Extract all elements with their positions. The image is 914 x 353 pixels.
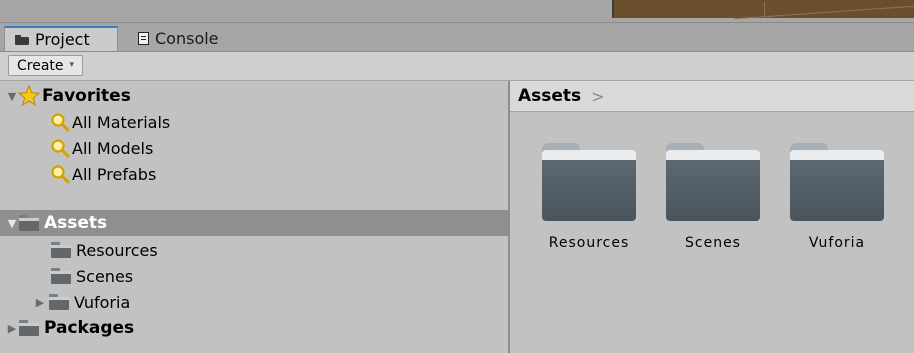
search-icon: [50, 112, 70, 132]
create-label: Create: [17, 57, 64, 74]
tree-row-assets[interactable]: ▼ Assets: [0, 210, 508, 236]
create-dropdown-button[interactable]: Create ▾: [8, 55, 84, 76]
asset-grid-pane: Assets > Resources Scenes Vuforia: [510, 81, 914, 353]
asset-label: Resources: [548, 235, 630, 251]
scene-view-preview: [612, 0, 914, 20]
tree-row-favorites[interactable]: ▼ Favorites: [0, 83, 508, 109]
favorite-item-label: All Materials: [72, 112, 171, 132]
asset-folder-scenes[interactable]: Scenes: [656, 143, 766, 283]
collapsed-arrow-icon[interactable]: ▶: [6, 322, 18, 335]
tree-row-vuforia[interactable]: ▶ Vuforia: [0, 289, 508, 315]
collapsed-arrow-icon[interactable]: ▶: [32, 296, 48, 309]
tree-row-packages[interactable]: ▶ Packages: [0, 315, 508, 341]
tab-project[interactable]: Project: [4, 26, 118, 51]
packages-label: Packages: [44, 318, 135, 338]
folder-icon: [666, 143, 760, 221]
folder-icon: [15, 34, 29, 45]
chevron-down-icon: ▾: [69, 59, 75, 70]
folder-icon: [790, 143, 884, 221]
asset-label: Scenes: [685, 235, 741, 251]
asset-label: Vuforia: [808, 235, 866, 251]
tree-row-resources[interactable]: Resources: [0, 237, 508, 263]
folder-icon: [48, 293, 70, 311]
breadcrumb: Assets >: [510, 81, 914, 112]
expanded-arrow-icon[interactable]: ▼: [6, 217, 18, 230]
asset-folder-vuforia[interactable]: Vuforia: [780, 143, 890, 283]
project-tree-pane: ▼ Favorites All Materials All Models All…: [0, 81, 508, 353]
favorite-item-label: All Prefabs: [72, 164, 157, 184]
folder-label: Vuforia: [74, 292, 131, 312]
favorites-label: Favorites: [42, 86, 131, 106]
favorite-item-all-models[interactable]: All Models: [0, 135, 508, 161]
asset-folder-resources[interactable]: Resources: [532, 143, 642, 283]
console-icon: [138, 32, 149, 45]
tree-row-scenes[interactable]: Scenes: [0, 263, 508, 289]
folder-label: Resources: [76, 240, 158, 260]
breadcrumb-item-assets[interactable]: Assets: [518, 86, 581, 106]
folder-icon: [18, 214, 40, 232]
folder-icon: [50, 267, 72, 285]
chevron-right-icon: >: [591, 86, 605, 106]
folder-icon: [50, 241, 72, 259]
tab-bar: Project Console: [0, 23, 914, 52]
search-icon: [50, 138, 70, 158]
assets-label: Assets: [44, 213, 108, 233]
star-icon: [18, 85, 40, 107]
favorite-item-all-prefabs[interactable]: All Prefabs: [0, 161, 508, 187]
folder-icon: [18, 319, 40, 337]
favorite-item-all-materials[interactable]: All Materials: [0, 109, 508, 135]
favorite-item-label: All Models: [72, 138, 154, 158]
tab-console-label: Console: [155, 29, 219, 48]
expanded-arrow-icon[interactable]: ▼: [6, 90, 18, 103]
tab-console[interactable]: Console: [128, 26, 248, 51]
folder-icon: [542, 143, 636, 221]
search-icon: [50, 164, 70, 184]
folder-label: Scenes: [76, 266, 134, 286]
tab-project-label: Project: [35, 30, 90, 49]
project-toolbar: Create ▾: [0, 52, 914, 81]
